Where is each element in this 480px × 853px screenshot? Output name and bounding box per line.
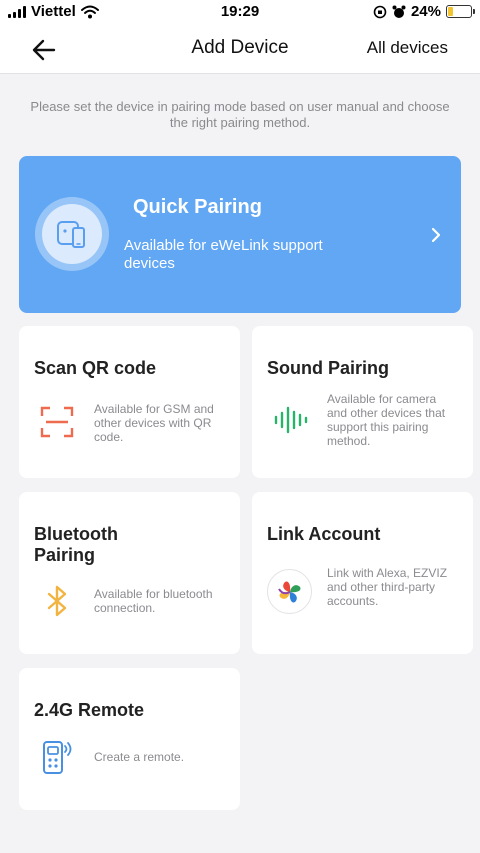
quick-pairing-card[interactable]: Quick Pairing Available for eWeLink supp… [19, 156, 461, 313]
card-title: Sound Pairing [267, 358, 390, 378]
card-description: Available for bluetooth connection. [94, 587, 213, 615]
pairing-hint: Please set the device in pairing mode ba… [30, 99, 450, 130]
chevron-right-icon [431, 227, 441, 243]
quick-pairing-icon-circle [35, 197, 109, 271]
orientation-lock-icon [373, 5, 387, 18]
card-title: Bluetooth Pairing [34, 524, 118, 565]
scan-qr-card[interactable]: Scan QR code Available for GSM and other… [19, 326, 240, 478]
card-description: Available for camera and other devices t… [327, 392, 446, 448]
alarm-icon [392, 5, 406, 18]
link-account-card[interactable]: Link Account Link with Alexa, EZVIZ and … [252, 492, 473, 654]
battery-icon [446, 5, 475, 18]
battery-level-fill [448, 7, 454, 16]
bluetooth-icon [34, 578, 79, 623]
remote-control-icon [34, 734, 79, 779]
card-title: Link Account [267, 524, 381, 544]
card-description: Link with Alexa, EZVIZ and other third-p… [327, 566, 448, 608]
quick-pairing-description: Available for eWeLink support devices [124, 237, 323, 272]
all-devices-button[interactable]: All devices [367, 38, 448, 58]
device-phone-icon [57, 221, 85, 248]
battery-percent: 24% [410, 3, 441, 20]
qr-scan-icon [34, 399, 79, 444]
card-description: Create a remote. [94, 750, 185, 764]
ezviz-logo-icon [267, 569, 312, 614]
remote-card[interactable]: 2.4G Remote Create a remote. [19, 668, 240, 810]
sound-pairing-card[interactable]: Sound Pairing Available for camera and o… [252, 326, 473, 478]
sound-wave-icon [267, 397, 312, 442]
status-right-group: 24% [373, 3, 475, 20]
nav-bar: Add Device All devices [0, 24, 480, 74]
quick-pairing-title: Quick Pairing [133, 196, 262, 218]
card-title: Scan QR code [34, 358, 157, 378]
bluetooth-pairing-card[interactable]: Bluetooth Pairing Available for bluetoot… [19, 492, 240, 654]
card-title: 2.4G Remote [34, 700, 145, 720]
card-description: Available for GSM and other devices with… [94, 402, 214, 444]
status-bar: Viettel 19:29 24% [0, 0, 480, 24]
